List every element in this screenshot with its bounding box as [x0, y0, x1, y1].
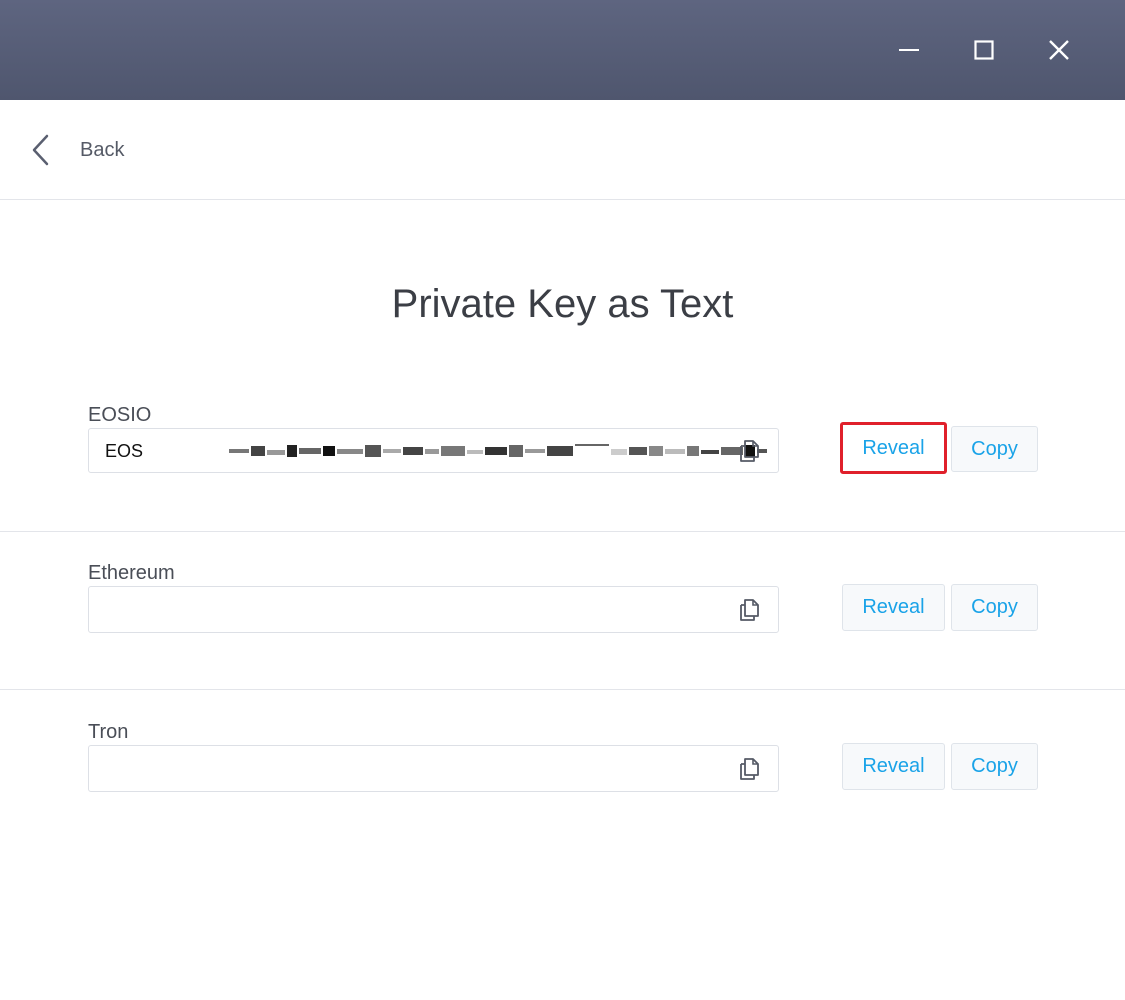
reveal-button[interactable]: Reveal: [842, 584, 945, 631]
minimize-icon: [899, 49, 919, 51]
copy-icon[interactable]: [736, 597, 764, 623]
back-button[interactable]: Back: [30, 130, 124, 170]
private-key-input[interactable]: [89, 587, 729, 630]
reveal-button[interactable]: Reveal: [842, 743, 945, 790]
masked-key-pixels: [229, 444, 767, 457]
private-key-field: [88, 586, 779, 633]
close-button[interactable]: [1034, 25, 1084, 75]
copy-button[interactable]: Copy: [951, 743, 1038, 790]
chain-label: Ethereum: [88, 562, 175, 584]
minimize-button[interactable]: [884, 25, 934, 75]
close-icon: [1049, 40, 1069, 60]
copy-button[interactable]: Copy: [951, 584, 1038, 631]
maximize-icon: [974, 40, 994, 60]
private-key-input[interactable]: [89, 746, 729, 789]
back-bar: Back: [0, 100, 1125, 200]
back-label: Back: [80, 138, 125, 161]
private-key-field: EOS: [88, 428, 779, 473]
maximize-button[interactable]: [959, 25, 1009, 75]
key-section-tron: Tron Reveal Copy: [0, 690, 1125, 850]
reveal-button[interactable]: Reveal: [840, 422, 947, 474]
chevron-left-icon: [30, 130, 64, 170]
private-key-value[interactable]: EOS: [105, 441, 143, 461]
copy-icon[interactable]: [736, 756, 764, 782]
key-section-eosio: EOSIO EOS Reveal Copy: [0, 390, 1125, 532]
page-title: Private Key as Text: [391, 282, 734, 326]
copy-button[interactable]: Copy: [951, 426, 1038, 472]
chain-label: Tron: [88, 721, 129, 743]
key-prefix: EOS: [105, 440, 144, 461]
key-section-ethereum: Ethereum Reveal Copy: [0, 532, 1125, 690]
private-key-field: [88, 745, 779, 792]
chain-label: EOSIO: [88, 404, 152, 426]
copy-icon[interactable]: [736, 438, 764, 464]
window-titlebar: [0, 0, 1125, 100]
